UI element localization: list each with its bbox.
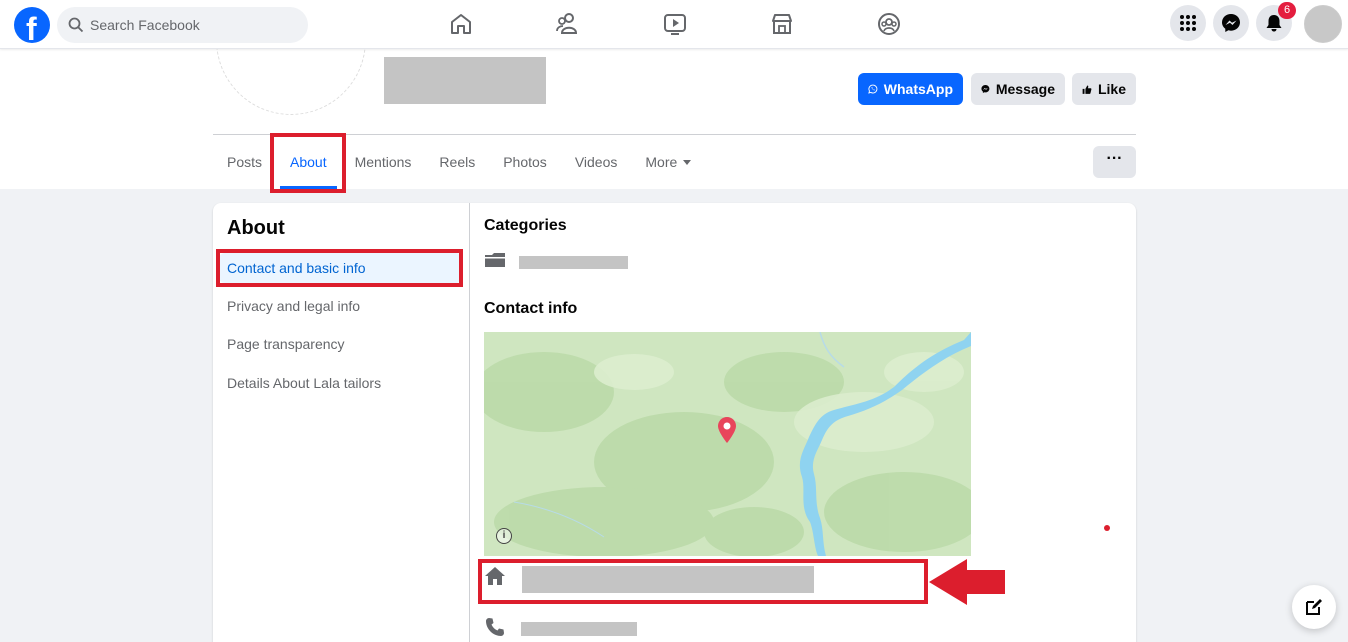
- message-button[interactable]: Message: [971, 73, 1065, 105]
- logo-letter: f: [26, 11, 37, 47]
- menu-button[interactable]: [1170, 5, 1206, 41]
- sidebar-item-privacy-legal-info[interactable]: Privacy and legal info: [219, 291, 462, 321]
- tab-photos[interactable]: Photos: [489, 135, 561, 189]
- tab-more[interactable]: More: [631, 135, 705, 189]
- about-title: About: [227, 217, 285, 239]
- facebook-logo-icon[interactable]: f: [14, 7, 50, 47]
- highlight-address: [478, 559, 928, 604]
- notification-badge: 6: [1278, 2, 1296, 19]
- groups-icon[interactable]: [875, 10, 903, 38]
- tab-more-label: More: [645, 154, 678, 170]
- caret-down-icon: [683, 160, 692, 165]
- map-info-icon[interactable]: i: [496, 528, 512, 544]
- tab-posts[interactable]: Posts: [213, 135, 276, 189]
- tab-reels[interactable]: Reels: [425, 135, 489, 189]
- sidebar-item-page-transparency[interactable]: Page transparency: [219, 329, 462, 359]
- like-button[interactable]: Like: [1072, 73, 1136, 105]
- messenger-button[interactable]: [1213, 5, 1249, 41]
- account-avatar[interactable]: [1304, 5, 1342, 43]
- compose-icon: [1306, 599, 1322, 615]
- watch-icon[interactable]: [661, 10, 689, 38]
- top-navigation-bar: f 6: [0, 0, 1348, 49]
- messenger-icon: [1222, 14, 1240, 32]
- highlight-about-tab: [270, 133, 346, 193]
- more-options-button[interactable]: ···: [1093, 146, 1136, 178]
- highlight-contact-info: [216, 249, 463, 287]
- red-arrow-icon: [929, 559, 1005, 605]
- redacted-phone: [521, 622, 637, 636]
- search-input[interactable]: [90, 7, 290, 43]
- home-icon[interactable]: [447, 10, 475, 38]
- search-icon: [68, 17, 84, 33]
- categories-title: Categories: [484, 217, 567, 234]
- contact-info-title: Contact info: [484, 300, 578, 317]
- phone-icon: [486, 618, 504, 636]
- whatsapp-label: WhatsApp: [883, 81, 953, 97]
- thumbs-up-icon: [1082, 84, 1092, 94]
- whatsapp-icon: [868, 84, 878, 94]
- redacted-category: [519, 256, 628, 269]
- location-map[interactable]: i: [484, 332, 971, 556]
- sidebar-item-details-about[interactable]: Details About Lala tailors: [219, 368, 462, 398]
- redacted-page-name: [384, 57, 546, 104]
- map-terrain: [484, 332, 971, 556]
- message-label: Message: [995, 81, 1055, 97]
- profile-header: WhatsApp Message Like Posts About Mentio…: [0, 0, 1348, 189]
- whatsapp-button[interactable]: WhatsApp: [858, 73, 963, 105]
- tab-videos[interactable]: Videos: [561, 135, 632, 189]
- tab-mentions[interactable]: Mentions: [341, 135, 426, 189]
- like-label: Like: [1097, 81, 1126, 97]
- category-icon: [485, 253, 505, 267]
- red-marker-dot: [1104, 525, 1110, 531]
- grid-menu-icon: [1180, 15, 1196, 31]
- messenger-icon: [981, 85, 990, 93]
- search-box[interactable]: [57, 7, 308, 43]
- location-pin-icon: [718, 417, 736, 443]
- new-message-button[interactable]: [1292, 585, 1336, 629]
- marketplace-icon[interactable]: [768, 10, 796, 38]
- friends-icon[interactable]: [554, 10, 582, 38]
